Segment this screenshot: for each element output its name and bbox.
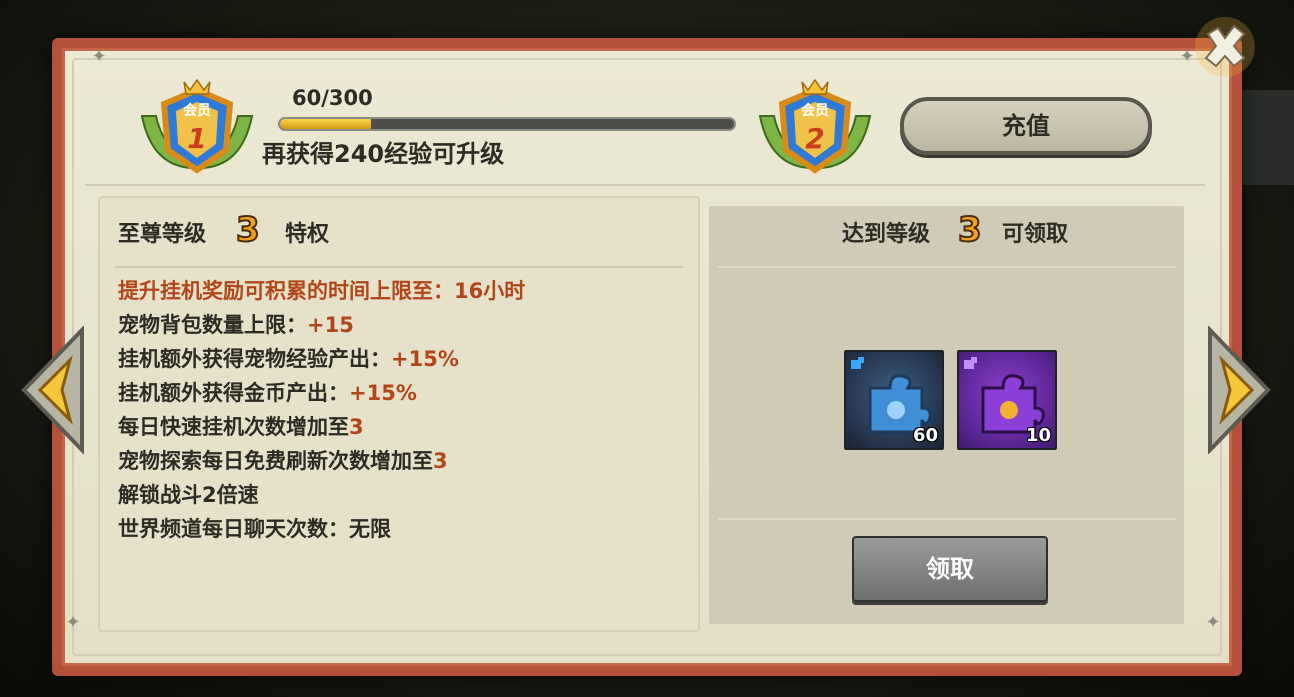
- privilege-item: 世界频道每日聊天次数：无限: [118, 512, 525, 546]
- header-divider: [85, 184, 1205, 186]
- privilege-item: 每日快速挂机次数增加至3: [118, 410, 525, 444]
- privileges-divider: [115, 266, 683, 268]
- badge-level: 1: [187, 122, 207, 155]
- rewards-divider: [718, 266, 1176, 268]
- close-icon: [1195, 17, 1255, 77]
- privilege-text: 世界频道每日聊天次数：无限: [118, 517, 391, 541]
- privilege-text: 挂机额外获得宠物经验产出：: [118, 347, 391, 371]
- claim-button[interactable]: 领取: [852, 536, 1048, 602]
- next-vip-badge: 会员 2: [750, 76, 880, 176]
- privilege-value: +15: [307, 313, 354, 337]
- recharge-button[interactable]: 充值: [900, 97, 1152, 155]
- reward-item[interactable]: 10: [957, 350, 1057, 450]
- rewards-level: 3: [957, 209, 983, 251]
- privilege-item: 挂机额外获得宠物经验产出：+15%: [118, 342, 525, 376]
- rewards-title-suffix: 可领取: [1002, 222, 1069, 247]
- privilege-value: 3: [349, 415, 364, 439]
- privilege-text: 宠物背包数量上限：: [118, 313, 307, 337]
- exp-progress-bar: [278, 117, 736, 131]
- privileges-level: 3: [235, 209, 261, 251]
- exp-progress-value: 60/300: [292, 86, 373, 110]
- privilege-value: +15%: [349, 381, 417, 405]
- privilege-item: 宠物探索每日免费刷新次数增加至3: [118, 444, 525, 478]
- privilege-text: 挂机额外获得金币产出：: [118, 381, 349, 405]
- background-panel: [1234, 90, 1294, 185]
- reward-item-count: 10: [1025, 425, 1051, 446]
- reward-item-count: 60: [912, 425, 938, 446]
- corner-pin-icon: ✦: [65, 612, 81, 633]
- badge-level: 2: [805, 122, 825, 155]
- privileges-title-suffix: 特权: [285, 222, 330, 247]
- privilege-value: 3: [433, 449, 448, 473]
- privilege-text: 提升挂机奖励可积累的时间上限至：16小时: [118, 279, 526, 303]
- reward-item[interactable]: 60: [844, 350, 944, 450]
- rewards-title-prefix: 达到等级: [842, 222, 931, 247]
- privilege-item: 提升挂机奖励可积累的时间上限至：16小时: [118, 274, 525, 308]
- corner-pin-icon: ✦: [91, 46, 107, 67]
- privilege-text: 每日快速挂机次数增加至: [118, 415, 349, 439]
- exp-progress-hint: 再获得240经验可升级: [262, 140, 505, 168]
- privilege-item: 挂机额外获得金币产出：+15%: [118, 376, 525, 410]
- privilege-value: +15%: [391, 347, 459, 371]
- close-button[interactable]: [1190, 12, 1260, 82]
- current-vip-badge: 会员 1: [132, 76, 262, 176]
- badge-label: 会员: [183, 103, 211, 119]
- privilege-text: 解锁战斗2倍速: [118, 483, 259, 507]
- next-level-arrow[interactable]: [1202, 325, 1280, 455]
- badge-label: 会员: [801, 103, 829, 119]
- arrow-right-icon: [1208, 325, 1271, 455]
- privileges-title-prefix: 至尊等级: [118, 222, 207, 247]
- privilege-text: 宠物探索每日免费刷新次数增加至: [118, 449, 433, 473]
- prev-level-arrow[interactable]: [12, 325, 90, 455]
- privilege-item: 解锁战斗2倍速: [118, 478, 525, 512]
- arrow-left-icon: [21, 325, 84, 455]
- privileges-list: 提升挂机奖励可积累的时间上限至：16小时 宠物背包数量上限：+15 挂机额外获得…: [118, 274, 525, 546]
- privilege-item: 宠物背包数量上限：+15: [118, 308, 525, 342]
- rewards-divider: [718, 518, 1176, 520]
- corner-pin-icon: ✦: [1205, 612, 1221, 633]
- exp-progress-fill: [280, 119, 371, 129]
